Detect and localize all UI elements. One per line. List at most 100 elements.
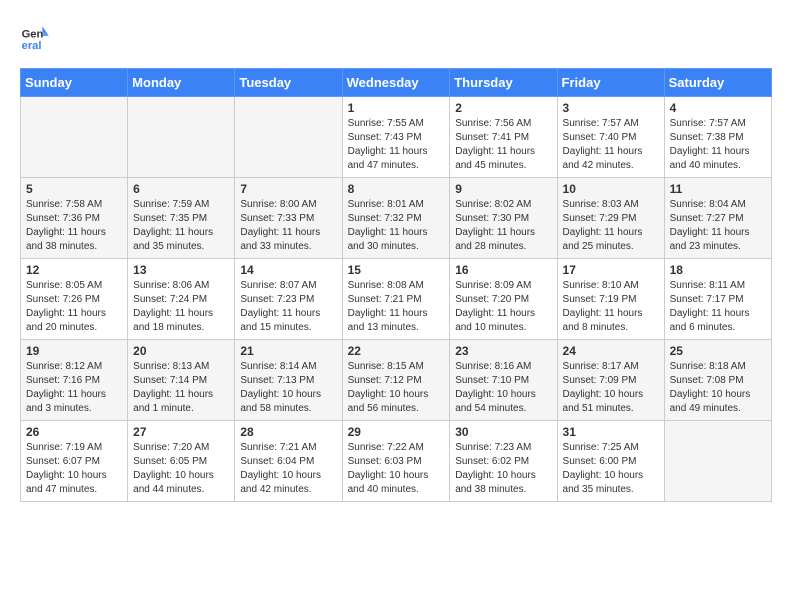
calendar-cell [235, 97, 342, 178]
day-number: 4 [670, 101, 766, 115]
day-number: 20 [133, 344, 229, 358]
calendar-cell: 3Sunrise: 7:57 AM Sunset: 7:40 PM Daylig… [557, 97, 664, 178]
calendar-cell [128, 97, 235, 178]
cell-content: Sunrise: 8:09 AM Sunset: 7:20 PM Dayligh… [455, 279, 551, 335]
cell-content: Sunrise: 7:59 AM Sunset: 7:35 PM Dayligh… [133, 198, 229, 254]
cell-content: Sunrise: 7:25 AM Sunset: 6:00 PM Dayligh… [563, 441, 659, 497]
cell-content: Sunrise: 8:00 AM Sunset: 7:33 PM Dayligh… [240, 198, 336, 254]
cell-content: Sunrise: 8:14 AM Sunset: 7:13 PM Dayligh… [240, 360, 336, 416]
calendar-body: 1 Sunrise: 7:55 AM Sunset: 7:43 PM Daylig… [21, 97, 772, 502]
calendar-cell: 6 Sunrise: 7:59 AM Sunset: 7:35 PM Daylig… [128, 178, 235, 259]
page-header: Gen eral [20, 20, 772, 52]
calendar-cell: 22 Sunrise: 8:15 AM Sunset: 7:12 PM Dayli… [342, 340, 450, 421]
weekday-header: Saturday [664, 69, 771, 97]
day-number: 25 [670, 344, 766, 358]
day-number: 11 [670, 182, 766, 196]
calendar-cell: 20 Sunrise: 8:13 AM Sunset: 7:14 PM Dayli… [128, 340, 235, 421]
weekday-header: Wednesday [342, 69, 450, 97]
day-number: 8 [348, 182, 445, 196]
logo-icon: Gen eral [20, 20, 52, 52]
calendar-week: 5Sunrise: 7:58 AM Sunset: 7:36 PM Daylig… [21, 178, 772, 259]
calendar-cell: 14 Sunrise: 8:07 AM Sunset: 7:23 PM Dayli… [235, 259, 342, 340]
calendar-cell: 12 Sunrise: 8:05 AM Sunset: 7:26 PM Dayli… [21, 259, 128, 340]
cell-content: Sunrise: 8:02 AM Sunset: 7:30 PM Dayligh… [455, 198, 551, 254]
cell-content: Sunrise: 8:18 AM Sunset: 7:08 PM Dayligh… [670, 360, 766, 416]
cell-content: Sunrise: 8:07 AM Sunset: 7:23 PM Dayligh… [240, 279, 336, 335]
weekday-row: SundayMondayTuesdayWednesdayThursdayFrid… [21, 69, 772, 97]
calendar-cell: 8 Sunrise: 8:01 AM Sunset: 7:32 PM Daylig… [342, 178, 450, 259]
cell-content: Sunrise: 7:23 AM Sunset: 6:02 PM Dayligh… [455, 441, 551, 497]
weekday-header: Friday [557, 69, 664, 97]
calendar-cell: 27Sunrise: 7:20 AM Sunset: 6:05 PM Dayli… [128, 421, 235, 502]
calendar-cell: 19 Sunrise: 8:12 AM Sunset: 7:16 PM Dayli… [21, 340, 128, 421]
weekday-header: Monday [128, 69, 235, 97]
day-number: 22 [348, 344, 445, 358]
day-number: 29 [348, 425, 445, 439]
cell-content: Sunrise: 8:04 AM Sunset: 7:27 PM Dayligh… [670, 198, 766, 254]
day-number: 7 [240, 182, 336, 196]
day-number: 19 [26, 344, 122, 358]
day-number: 2 [455, 101, 551, 115]
day-number: 10 [563, 182, 659, 196]
day-number: 28 [240, 425, 336, 439]
cell-content: Sunrise: 8:12 AM Sunset: 7:16 PM Dayligh… [26, 360, 122, 416]
day-number: 13 [133, 263, 229, 277]
weekday-header: Tuesday [235, 69, 342, 97]
calendar-cell: 2 Sunrise: 7:56 AM Sunset: 7:41 PM Daylig… [450, 97, 557, 178]
day-number: 14 [240, 263, 336, 277]
svg-text:Gen: Gen [22, 29, 44, 41]
calendar-cell: 31 Sunrise: 7:25 AM Sunset: 6:00 PM Dayli… [557, 421, 664, 502]
calendar-cell: 13Sunrise: 8:06 AM Sunset: 7:24 PM Dayli… [128, 259, 235, 340]
calendar-cell: 21 Sunrise: 8:14 AM Sunset: 7:13 PM Dayli… [235, 340, 342, 421]
cell-content: Sunrise: 8:13 AM Sunset: 7:14 PM Dayligh… [133, 360, 229, 416]
day-number: 12 [26, 263, 122, 277]
day-number: 18 [670, 263, 766, 277]
calendar-cell: 9 Sunrise: 8:02 AM Sunset: 7:30 PM Daylig… [450, 178, 557, 259]
cell-content: Sunrise: 8:10 AM Sunset: 7:19 PM Dayligh… [563, 279, 659, 335]
cell-content: Sunrise: 7:19 AM Sunset: 6:07 PM Dayligh… [26, 441, 122, 497]
cell-content: Sunrise: 8:11 AM Sunset: 7:17 PM Dayligh… [670, 279, 766, 335]
calendar-week: 19 Sunrise: 8:12 AM Sunset: 7:16 PM Dayli… [21, 340, 772, 421]
calendar-cell [21, 97, 128, 178]
calendar-cell: 5Sunrise: 7:58 AM Sunset: 7:36 PM Daylig… [21, 178, 128, 259]
calendar-week: 12 Sunrise: 8:05 AM Sunset: 7:26 PM Dayli… [21, 259, 772, 340]
calendar-cell: 24Sunrise: 8:17 AM Sunset: 7:09 PM Dayli… [557, 340, 664, 421]
cell-content: Sunrise: 8:16 AM Sunset: 7:10 PM Dayligh… [455, 360, 551, 416]
calendar-cell: 18 Sunrise: 8:11 AM Sunset: 7:17 PM Dayli… [664, 259, 771, 340]
cell-content: Sunrise: 7:56 AM Sunset: 7:41 PM Dayligh… [455, 117, 551, 173]
calendar-cell: 29 Sunrise: 7:22 AM Sunset: 6:03 PM Dayli… [342, 421, 450, 502]
cell-content: Sunrise: 7:57 AM Sunset: 7:38 PM Dayligh… [670, 117, 766, 173]
logo: Gen eral [20, 20, 58, 52]
calendar-cell: 7 Sunrise: 8:00 AM Sunset: 7:33 PM Daylig… [235, 178, 342, 259]
cell-content: Sunrise: 7:58 AM Sunset: 7:36 PM Dayligh… [26, 198, 122, 254]
day-number: 6 [133, 182, 229, 196]
day-number: 15 [348, 263, 445, 277]
calendar-cell: 11 Sunrise: 8:04 AM Sunset: 7:27 PM Dayli… [664, 178, 771, 259]
calendar-cell: 10Sunrise: 8:03 AM Sunset: 7:29 PM Dayli… [557, 178, 664, 259]
svg-text:eral: eral [22, 40, 42, 52]
calendar-cell: 16Sunrise: 8:09 AM Sunset: 7:20 PM Dayli… [450, 259, 557, 340]
calendar-cell: 30Sunrise: 7:23 AM Sunset: 6:02 PM Dayli… [450, 421, 557, 502]
calendar-cell: 4 Sunrise: 7:57 AM Sunset: 7:38 PM Daylig… [664, 97, 771, 178]
cell-content: Sunrise: 8:01 AM Sunset: 7:32 PM Dayligh… [348, 198, 445, 254]
day-number: 3 [563, 101, 659, 115]
cell-content: Sunrise: 8:05 AM Sunset: 7:26 PM Dayligh… [26, 279, 122, 335]
day-number: 21 [240, 344, 336, 358]
day-number: 9 [455, 182, 551, 196]
cell-content: Sunrise: 8:08 AM Sunset: 7:21 PM Dayligh… [348, 279, 445, 335]
cell-content: Sunrise: 7:22 AM Sunset: 6:03 PM Dayligh… [348, 441, 445, 497]
cell-content: Sunrise: 8:15 AM Sunset: 7:12 PM Dayligh… [348, 360, 445, 416]
day-number: 1 [348, 101, 445, 115]
day-number: 31 [563, 425, 659, 439]
day-number: 26 [26, 425, 122, 439]
cell-content: Sunrise: 7:20 AM Sunset: 6:05 PM Dayligh… [133, 441, 229, 497]
day-number: 24 [563, 344, 659, 358]
cell-content: Sunrise: 7:21 AM Sunset: 6:04 PM Dayligh… [240, 441, 336, 497]
calendar-cell: 17Sunrise: 8:10 AM Sunset: 7:19 PM Dayli… [557, 259, 664, 340]
cell-content: Sunrise: 7:55 AM Sunset: 7:43 PM Dayligh… [348, 117, 445, 173]
calendar-cell: 1 Sunrise: 7:55 AM Sunset: 7:43 PM Daylig… [342, 97, 450, 178]
calendar-cell [664, 421, 771, 502]
weekday-header: Sunday [21, 69, 128, 97]
calendar-week: 1 Sunrise: 7:55 AM Sunset: 7:43 PM Daylig… [21, 97, 772, 178]
calendar-week: 26 Sunrise: 7:19 AM Sunset: 6:07 PM Dayli… [21, 421, 772, 502]
